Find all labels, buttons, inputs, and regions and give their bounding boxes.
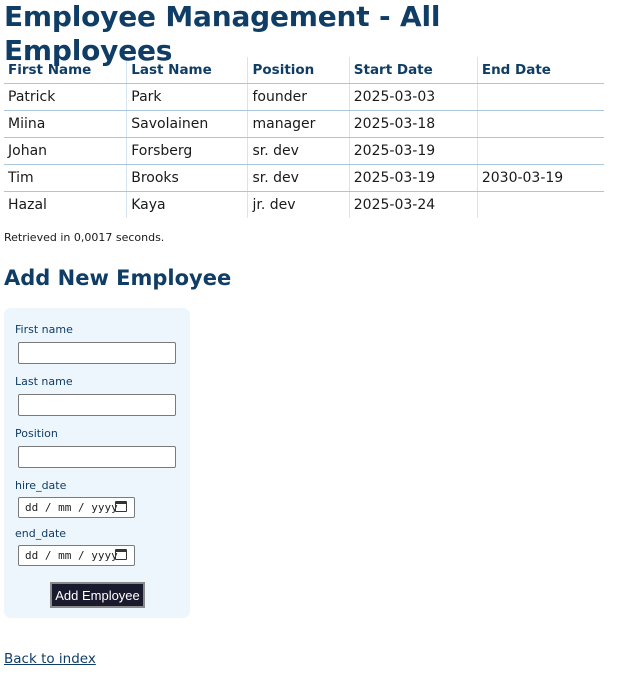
cell-start-date: 2025-03-19 <box>348 137 478 165</box>
cell-position: jr. dev <box>247 191 350 218</box>
cell-first-name: Hazal <box>8 197 47 213</box>
column-header-end-date: End Date <box>476 57 604 84</box>
cell-position: founder <box>247 83 350 111</box>
back-to-index-link[interactable]: Back to index <box>4 651 96 667</box>
calendar-icon[interactable] <box>115 501 127 512</box>
add-employee-heading: Add New Employee <box>4 266 232 290</box>
add-employee-button[interactable]: Add Employee <box>50 582 145 608</box>
table-row: Miina Savolainen manager 2025-03-18 <box>4 110 604 138</box>
cell-last-name: Kaya <box>126 191 248 218</box>
retrieval-time-text: Retrieved in 0,0017 seconds. <box>4 231 165 244</box>
cell-last-name: Savolainen <box>126 110 248 138</box>
first-name-input[interactable] <box>18 342 176 364</box>
cell-end-date <box>476 110 604 138</box>
calendar-icon[interactable] <box>115 549 127 560</box>
add-employee-form: First name Last name Position hire_date … <box>4 308 190 618</box>
table-row: Johan Forsberg sr. dev 2025-03-19 <box>4 137 604 165</box>
cell-start-date: 2025-03-03 <box>348 83 478 111</box>
page-title: Employee Management - All Employees <box>4 0 441 67</box>
page: Employee Management - All Employees Firs… <box>0 0 617 667</box>
first-name-label: First name <box>15 323 73 336</box>
hire-date-label: hire_date <box>15 479 67 492</box>
column-header-position: Position <box>247 57 350 84</box>
table-row: Hazal Kaya jr. dev 2025-03-24 <box>4 191 604 218</box>
cell-end-date <box>476 191 604 218</box>
employee-table: First Name Last Name Position Start Date… <box>4 57 604 218</box>
cell-first-name: Johan <box>4 137 127 165</box>
column-header-start-date: Start Date <box>348 57 478 84</box>
cell-end-date <box>476 83 604 111</box>
end-date-label: end_date <box>15 527 67 540</box>
last-name-input[interactable] <box>18 394 176 416</box>
hire-date-input[interactable]: dd / mm / yyyy <box>18 497 135 518</box>
cell-last-name: Brooks <box>126 164 248 192</box>
position-label: Position <box>15 427 58 440</box>
cell-first-name: Tim <box>4 164 127 192</box>
end-date-input[interactable]: dd / mm / yyyy <box>18 545 135 566</box>
table-row: Patrick Park founder 2025-03-03 <box>4 83 604 111</box>
cell-position: sr. dev <box>247 137 350 165</box>
last-name-label: Last name <box>15 375 73 388</box>
cell-end-date: 2030-03-19 <box>476 164 604 192</box>
cell-last-name: Park <box>126 83 248 111</box>
cell-position: sr. dev <box>247 164 350 192</box>
cell-start-date: 2025-03-18 <box>348 110 478 138</box>
cell-end-date <box>476 137 604 165</box>
hire-date-placeholder: dd / mm / yyyy <box>25 501 118 514</box>
cell-first-name: Miina <box>4 110 127 138</box>
cell-last-name: Forsberg <box>126 137 248 165</box>
table-row: Tim Brooks sr. dev 2025-03-19 2030-03-19 <box>4 164 604 192</box>
end-date-placeholder: dd / mm / yyyy <box>25 549 118 562</box>
cell-start-date: 2025-03-24 <box>348 191 478 218</box>
cell-position: manager <box>247 110 350 138</box>
cell-first-name: Patrick <box>4 83 127 111</box>
position-input[interactable] <box>18 446 176 468</box>
cell-start-date: 2025-03-19 <box>348 164 478 192</box>
